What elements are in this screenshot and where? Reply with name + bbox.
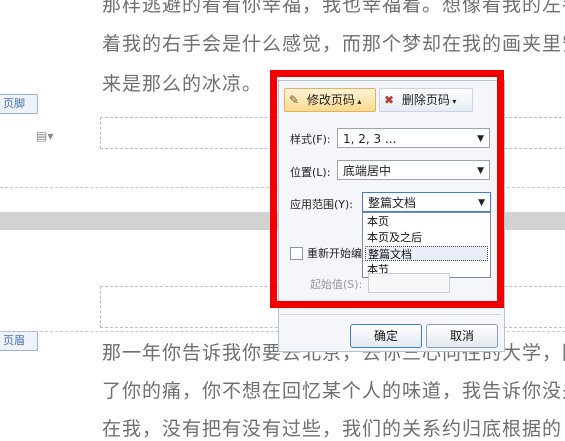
highlight-frame <box>270 70 504 308</box>
page-number-icon[interactable]: ▤▾ <box>36 129 53 143</box>
dialog-separator <box>280 314 501 315</box>
document-line-1: 那样逃避的看看你幸福，我也幸福着。想像看我的左手 <box>102 0 565 16</box>
ok-button[interactable]: 确定 <box>350 324 422 348</box>
document-line-6: 在我，没有把有没有过些，我们的关系约归底根据的 <box>102 418 563 440</box>
document-line-3: 来是那么的冰凉。 <box>102 73 263 95</box>
footer-tag[interactable]: 页脚 <box>0 94 38 114</box>
header-tag[interactable]: 页眉 <box>0 331 38 351</box>
document-line-2: 着我的右手会是什么感觉，而那个梦却在我的画夹里安 <box>102 33 565 55</box>
cancel-button[interactable]: 取消 <box>426 324 498 348</box>
document-line-5: 了你的痛，你不想在回忆某个人的味道，我告诉你没关 <box>102 380 565 402</box>
